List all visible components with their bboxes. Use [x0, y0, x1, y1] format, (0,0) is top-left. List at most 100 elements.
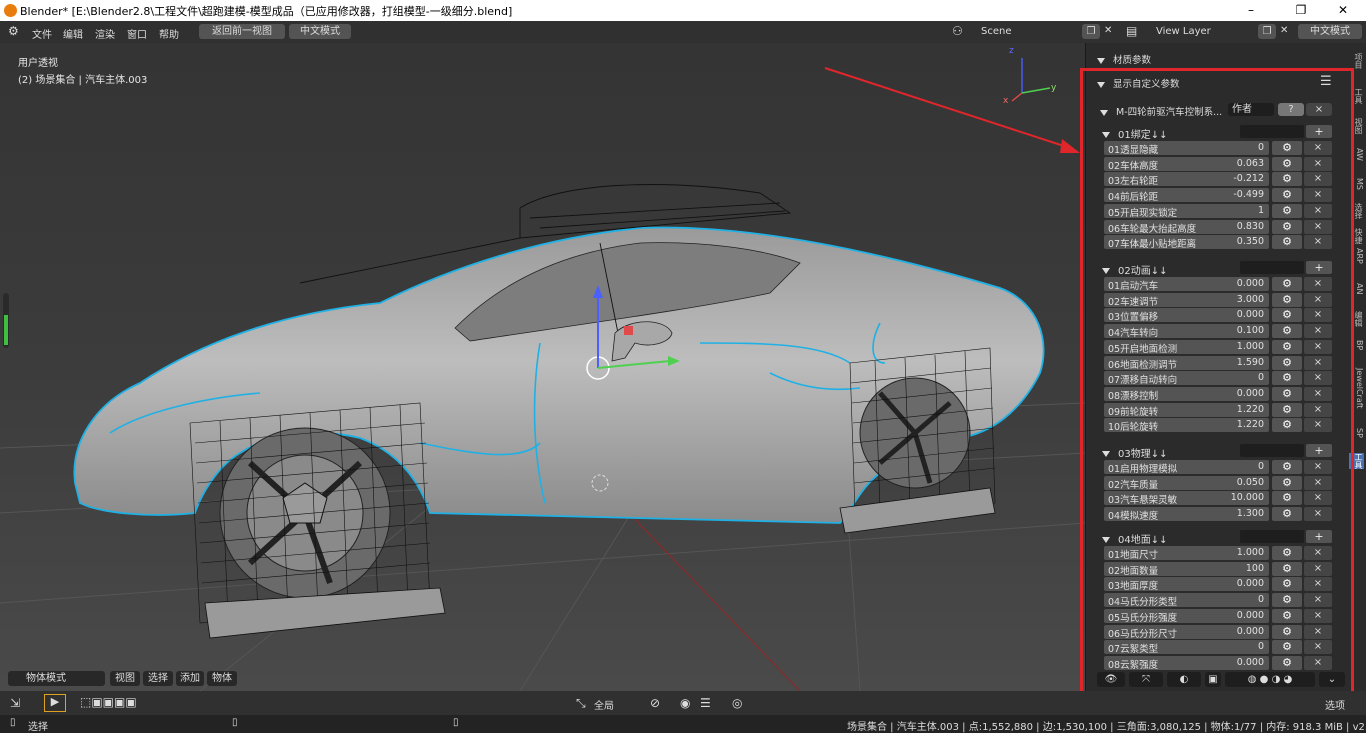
remove-property-icon[interactable]: ×: [1304, 460, 1332, 474]
car-scene[interactable]: [0, 43, 1085, 691]
menu-file[interactable]: 文件: [32, 26, 52, 41]
gear-icon[interactable]: ⚙: [1272, 608, 1302, 623]
side-tab[interactable]: 工具: [1349, 88, 1364, 104]
property-value[interactable]: 1.300: [1214, 508, 1264, 519]
property-value[interactable]: 1.220: [1214, 404, 1264, 415]
side-tab[interactable]: 项目: [1349, 53, 1364, 69]
gear-icon[interactable]: ⚙: [1272, 188, 1302, 203]
side-tab[interactable]: AW: [1349, 148, 1364, 161]
remove-property-icon[interactable]: ×: [1304, 475, 1332, 490]
gear-icon[interactable]: ⚙: [1272, 418, 1302, 433]
side-tab[interactable]: SP: [1349, 428, 1364, 438]
proportional-icon[interactable]: ☰: [700, 696, 711, 710]
gear-icon[interactable]: ⚙: [1272, 141, 1302, 155]
side-tab[interactable]: 选择: [1349, 203, 1364, 219]
new-scene-icon[interactable]: ❐: [1082, 24, 1100, 39]
options-menu[interactable]: 选项: [1325, 697, 1345, 712]
select-tool-icon[interactable]: ▶: [44, 694, 66, 712]
gear-icon[interactable]: ⚙: [1272, 235, 1302, 250]
close-rig-icon[interactable]: ×: [1306, 103, 1332, 116]
property-value[interactable]: 0: [1214, 142, 1264, 153]
proportional-falloff-icon[interactable]: ◎: [732, 696, 742, 710]
remove-property-icon[interactable]: ×: [1304, 355, 1332, 370]
mode-select[interactable]: 物体模式: [8, 671, 105, 686]
view-layer-icon[interactable]: ▤: [1126, 24, 1137, 38]
transform-space[interactable]: 全局: [594, 697, 614, 712]
property-value[interactable]: 0.100: [1214, 325, 1264, 336]
property-value[interactable]: 100: [1214, 563, 1264, 574]
gear-icon[interactable]: ⚙: [1272, 308, 1302, 323]
property-value[interactable]: 0.050: [1214, 477, 1264, 488]
blender-menu-icon[interactable]: ⚙: [8, 24, 19, 38]
material-params-header[interactable]: 材质参数: [1097, 52, 1151, 66]
gear-icon[interactable]: ⚙: [1272, 593, 1302, 608]
property-value[interactable]: 3.000: [1214, 294, 1264, 305]
add-property-button[interactable]: +: [1306, 125, 1332, 138]
property-value[interactable]: 0.000: [1214, 388, 1264, 399]
gear-icon[interactable]: ⚙: [1272, 546, 1302, 560]
remove-property-icon[interactable]: ×: [1304, 324, 1332, 339]
remove-property-icon[interactable]: ×: [1304, 593, 1332, 608]
gear-icon[interactable]: ⚙: [1272, 203, 1302, 218]
menu-window[interactable]: 窗口: [127, 26, 147, 41]
property-value[interactable]: 0.000: [1214, 578, 1264, 589]
property-value[interactable]: 0.000: [1214, 657, 1264, 668]
gear-icon[interactable]: ⚙: [1272, 624, 1302, 639]
property-value[interactable]: 0: [1214, 641, 1264, 652]
gizmo-x-handle[interactable]: [624, 326, 633, 335]
snap-icon[interactable]: ◉: [680, 696, 690, 710]
side-tab[interactable]: 工具: [1349, 453, 1364, 469]
group-header[interactable]: 02动画↓↓: [1102, 262, 1167, 277]
remove-property-icon[interactable]: ×: [1304, 339, 1332, 354]
remove-property-icon[interactable]: ×: [1304, 292, 1332, 307]
custom-props-header[interactable]: 显示自定义参数: [1097, 76, 1180, 90]
remove-view-layer-icon[interactable]: ✕: [1280, 25, 1288, 36]
remove-property-icon[interactable]: ×: [1304, 402, 1332, 417]
property-value[interactable]: 10.000: [1214, 492, 1264, 503]
close-window-icon[interactable]: ✕: [1320, 0, 1366, 21]
gear-icon[interactable]: ⚙: [1272, 156, 1302, 171]
rig-name-header[interactable]: M-四轮前驱汽车控制系...: [1100, 104, 1222, 118]
3d-viewport[interactable]: 用户透视 (2) 场景集合 | 汽车主体.003 z y x 物体模式 视图 选…: [0, 43, 1085, 691]
property-value[interactable]: 0.000: [1214, 610, 1264, 621]
property-value[interactable]: 0.000: [1214, 278, 1264, 289]
author-field[interactable]: 作者: [1228, 103, 1274, 116]
group-name-field[interactable]: [1240, 125, 1304, 138]
remove-property-icon[interactable]: ×: [1304, 507, 1332, 522]
side-tab[interactable]: 编辑: [1349, 311, 1364, 327]
pivot-icon[interactable]: ⇲: [10, 696, 20, 710]
gear-icon[interactable]: ⚙: [1272, 577, 1302, 592]
gear-icon[interactable]: ⚙: [1272, 277, 1302, 291]
new-view-layer-icon[interactable]: ❐: [1258, 24, 1276, 39]
remove-property-icon[interactable]: ×: [1304, 386, 1332, 401]
shading-mode-icons[interactable]: ◍ ● ◑ ◕: [1225, 672, 1315, 687]
gear-icon[interactable]: ⚙: [1272, 475, 1302, 490]
remove-scene-icon[interactable]: ✕: [1104, 25, 1112, 36]
property-value[interactable]: 1.220: [1214, 419, 1264, 430]
menu-view[interactable]: 视图: [110, 671, 140, 686]
gear-icon[interactable]: ⚙: [1272, 640, 1302, 655]
property-value[interactable]: 1: [1214, 205, 1264, 216]
menu-render[interactable]: 渲染: [95, 26, 115, 41]
side-tab[interactable]: MS: [1349, 178, 1364, 190]
view-layer-name[interactable]: View Layer: [1156, 26, 1211, 37]
remove-property-icon[interactable]: ×: [1304, 235, 1332, 250]
group-name-field[interactable]: [1240, 530, 1304, 543]
remove-property-icon[interactable]: ×: [1304, 156, 1332, 171]
property-value[interactable]: 0: [1214, 594, 1264, 605]
property-value[interactable]: 0.350: [1214, 236, 1264, 247]
help-icon[interactable]: ?: [1278, 103, 1304, 116]
remove-property-icon[interactable]: ×: [1304, 172, 1332, 187]
remove-property-icon[interactable]: ×: [1304, 203, 1332, 218]
gear-icon[interactable]: ⚙: [1272, 355, 1302, 370]
remove-property-icon[interactable]: ×: [1304, 277, 1332, 291]
side-tab[interactable]: BP: [1349, 340, 1364, 350]
side-tab[interactable]: JewelCraft: [1349, 368, 1364, 409]
menu-add[interactable]: 添加: [176, 671, 204, 686]
property-value[interactable]: -0.212: [1214, 173, 1264, 184]
group-header[interactable]: 01绑定↓↓: [1102, 126, 1167, 141]
remove-property-icon[interactable]: ×: [1304, 371, 1332, 386]
property-value[interactable]: 0.000: [1214, 309, 1264, 320]
gear-icon[interactable]: ⚙: [1272, 386, 1302, 401]
remove-property-icon[interactable]: ×: [1304, 418, 1332, 433]
